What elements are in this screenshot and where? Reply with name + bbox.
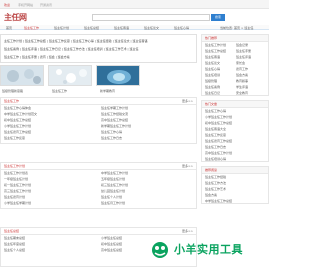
feature-caption[interactable]: 班主任工作 bbox=[52, 89, 67, 93]
more-link[interactable]: 更多>> bbox=[182, 163, 193, 170]
site-logo[interactable]: 主任网 bbox=[4, 12, 27, 23]
sidebar-panel: 热门推荐 班主任工作计划 班会记录 班主任工作总结 班主任手册 班主任寄语 班主任评语… bbox=[201, 34, 269, 96]
breadcrumb: 当前位置: 首页 > 班主任 bbox=[220, 26, 254, 30]
more-link[interactable]: 更多>> bbox=[182, 98, 193, 105]
feature-photo[interactable] bbox=[96, 65, 140, 86]
frost-image-icon bbox=[1, 66, 43, 85]
sidebar-title: 热门文章 bbox=[202, 101, 268, 108]
nav-item[interactable]: 首页 bbox=[6, 26, 12, 30]
sidebar-link[interactable]: 中学班主任工作总结 bbox=[202, 198, 268, 204]
welcome-link[interactable]: 欢迎 bbox=[4, 3, 10, 7]
sidebar-title: 热门推荐 bbox=[202, 35, 268, 42]
sidebar-link[interactable]: 班主任培训 bbox=[205, 73, 220, 77]
nav-item[interactable]: 班主任工作 bbox=[24, 26, 39, 30]
sidebar-link[interactable]: 班级管理 bbox=[205, 79, 217, 83]
category-line[interactable]: 班主任工作 | 班主任手册 | 德育 | 班会 | 班会方案 bbox=[4, 53, 193, 61]
section-panel: 班主任工作计划 更多>> 班主任工作计划表 中学班主任工作计划 一年级班主任计划五… bbox=[0, 162, 197, 209]
feature-caption[interactable]: 新学期教育 bbox=[100, 89, 115, 93]
sidebar-link[interactable]: 班主任论文 bbox=[205, 61, 220, 65]
news-link[interactable]: 开通资讯 bbox=[40, 3, 52, 7]
watermark-text: 小羊实用工具 bbox=[174, 243, 243, 256]
article-link[interactable]: 班主任工作日志 bbox=[101, 135, 122, 141]
mobile-site-link[interactable]: 手机开网站 bbox=[18, 3, 33, 7]
sidebar-panel: 推荐阅读 班主任工作经验 班主任工作方法 班主任工作艺术 班会方案 中学班主任工… bbox=[201, 166, 269, 204]
nav-item[interactable]: 班主任计划 bbox=[54, 26, 69, 30]
section-title[interactable]: 班主任总结 bbox=[4, 229, 19, 233]
category-line[interactable]: 主任工作计划 | 班主任工作总结 | 班主任工作反思 | 班主任工作心得 | 班… bbox=[4, 37, 193, 45]
search-button[interactable]: 搜索 bbox=[211, 14, 225, 21]
article-link[interactable]: 高中班主任总结 bbox=[101, 247, 122, 253]
nav-item[interactable]: 班主任心得 bbox=[174, 26, 189, 30]
main-nav: 首页 班主任工作 班主任计划 班主任总结 班主任寄语 班主任论文 班主任心得 当… bbox=[0, 25, 269, 30]
ice-image-icon bbox=[97, 66, 139, 85]
article-link[interactable]: 班主任工作反思 bbox=[4, 135, 25, 141]
section-title[interactable]: 班主任工作计划 bbox=[4, 164, 25, 168]
sidebar-link[interactable]: 班主任寄语 bbox=[205, 55, 220, 59]
sidebar-link[interactable]: 班主任案例 bbox=[205, 85, 220, 89]
feature-photo[interactable] bbox=[0, 65, 44, 86]
section-title[interactable]: 班主任工作 bbox=[4, 99, 19, 103]
nav-item[interactable]: 班主任总结 bbox=[84, 26, 99, 30]
feature-photo[interactable] bbox=[48, 65, 92, 86]
article-link[interactable]: 小学班主任学期计划 bbox=[4, 200, 31, 206]
snow-image-icon bbox=[49, 66, 91, 85]
category-box: 主任工作计划 | 班主任工作总结 | 班主任工作反思 | 班主任工作心得 | 班… bbox=[0, 34, 197, 63]
sidebar-title: 推荐阅读 bbox=[202, 167, 268, 174]
category-line[interactable]: 班主任案例 | 班主任评语 | 班主任工作日记 | 班主任工作方法 | 班主任培… bbox=[4, 45, 193, 53]
sidebar-link[interactable]: 班主任心得 bbox=[205, 67, 220, 71]
sidebar-link[interactable]: 班主任培训心得 bbox=[202, 156, 268, 162]
sidebar-panel: 热门文章 班主任工作心得 小学班主任工作计划 初中班主任工作总结 班主任寄语大全… bbox=[201, 100, 269, 162]
feature-caption[interactable]: 班级管理新思路 bbox=[2, 89, 23, 93]
nav-item[interactable]: 班主任论文 bbox=[144, 26, 159, 30]
top-bar: 欢迎 手机开网站 开通资讯 bbox=[0, 0, 269, 9]
article-link[interactable]: 班主任个人总结 bbox=[4, 247, 25, 253]
article-link[interactable]: 班主任月工作计划 bbox=[101, 200, 125, 206]
sidebar-link[interactable]: 班主任日记 bbox=[205, 91, 220, 95]
sidebar-link[interactable]: 安全教育 bbox=[236, 90, 248, 96]
sheep-logo-icon bbox=[152, 242, 168, 258]
sidebar-link[interactable]: 班主任工作计划 bbox=[205, 43, 226, 47]
search-input[interactable] bbox=[92, 14, 210, 21]
section-panel: 班主任工作 更多>> 班主任工作心得体会 班主任学期工作计划 中学班主任工作计划范… bbox=[0, 97, 197, 144]
feature-gallery: 班级管理新思路 班主任工作 新学期教育 bbox=[0, 65, 197, 95]
nav-item[interactable]: 班主任寄语 bbox=[114, 26, 129, 30]
watermark: 小羊实用工具 bbox=[146, 240, 258, 260]
more-link[interactable]: 更多>> bbox=[182, 228, 193, 235]
sidebar-link[interactable]: 班主任工作总结 bbox=[205, 49, 226, 53]
